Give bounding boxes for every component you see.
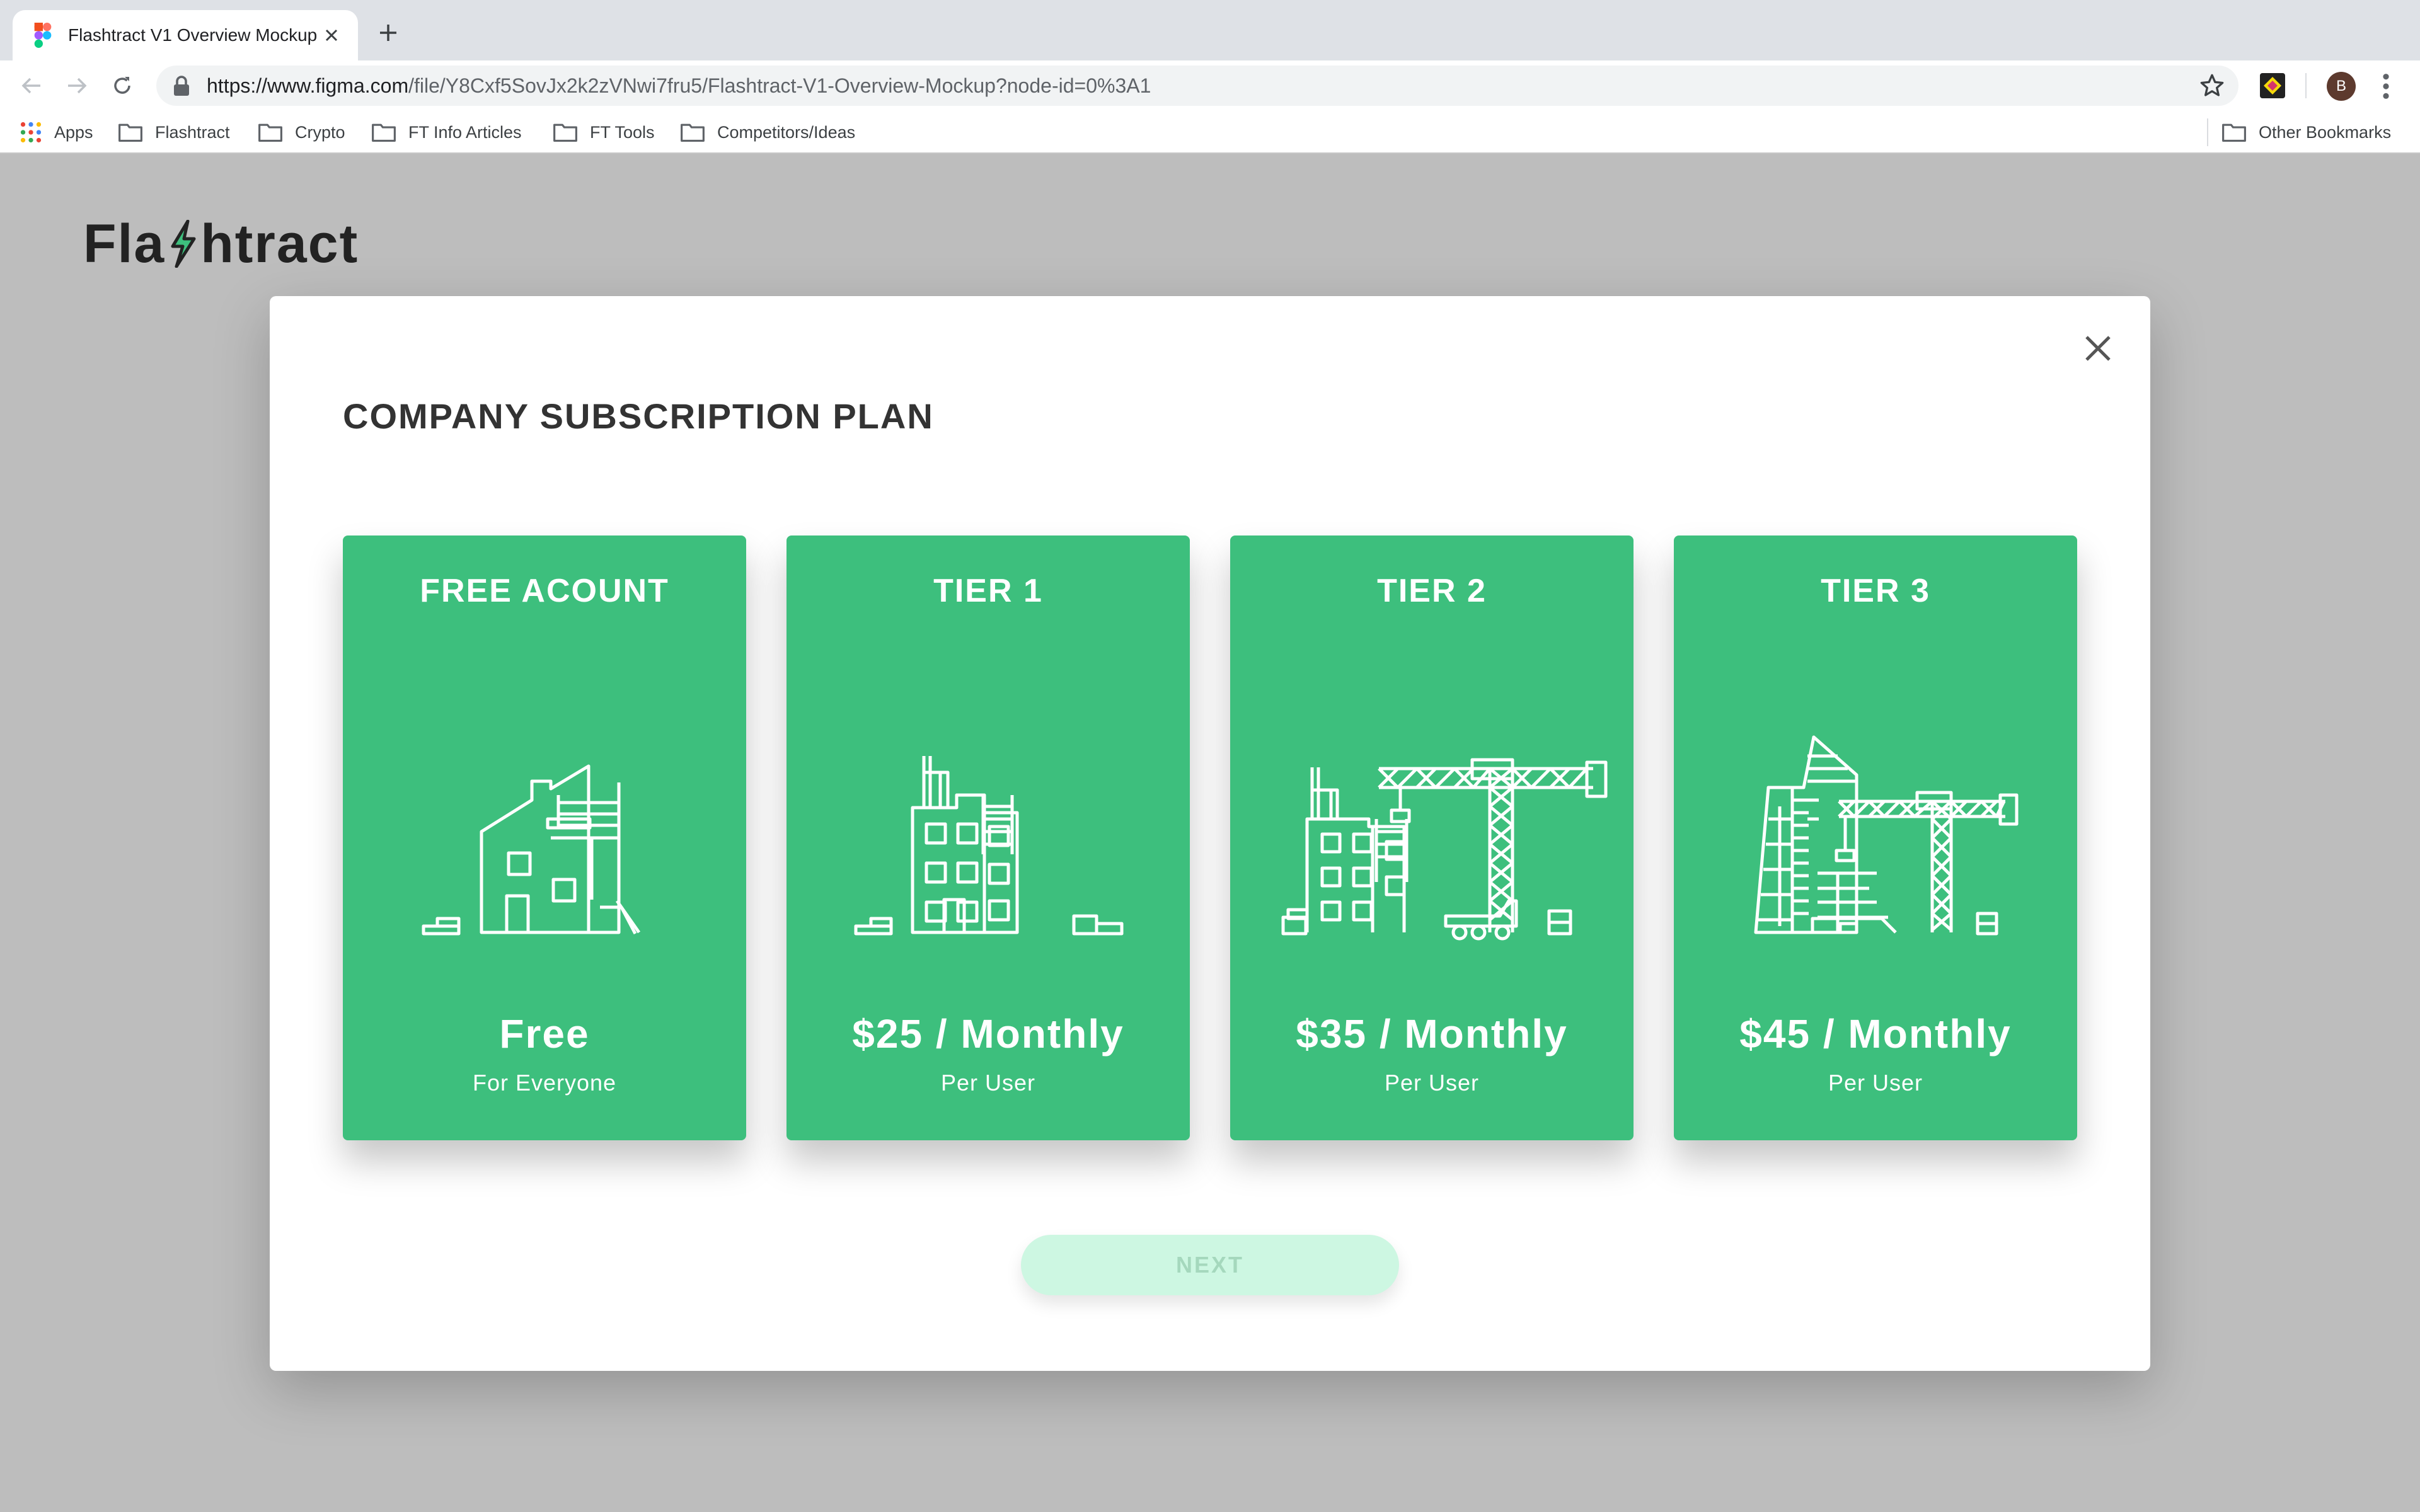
plan-name: FREE ACOUNT <box>420 573 669 609</box>
tab-close-icon[interactable] <box>319 23 344 48</box>
forward-arrow-icon[interactable] <box>62 71 92 101</box>
plan-subtitle: Per User <box>940 1070 1036 1096</box>
folder-icon <box>553 123 577 142</box>
house-under-construction-icon <box>422 764 641 936</box>
bookmark-ft-info-articles[interactable]: FT Info Articles <box>372 120 522 145</box>
tab-title: Flashtract V1 Overview Mockup <box>68 25 318 45</box>
plan-card-tier-1[interactable]: TIER 1 $25 / Monthly Per User <box>786 536 1190 1140</box>
bookmark-flashtract[interactable]: Flashtract <box>118 120 230 145</box>
folder-icon <box>258 123 282 142</box>
bookmark-ft-tools[interactable]: FT Tools <box>553 120 655 145</box>
new-tab-plus-icon[interactable] <box>374 19 402 47</box>
building-under-construction-icon <box>854 756 1124 936</box>
address-bar[interactable]: https://www.figma.com/file/Y8Cxf5SovJx2k… <box>156 66 2238 106</box>
extension-icon[interactable] <box>2260 73 2285 98</box>
bookmark-other-bookmarks[interactable]: Other Bookmarks <box>2222 120 2391 145</box>
folder-icon <box>2222 123 2246 142</box>
bookmarks-separator <box>2207 118 2208 146</box>
modal-close-icon[interactable] <box>2082 333 2114 364</box>
flashtract-logo: Fla htract <box>83 213 359 274</box>
bookmarks-bar: Apps Flashtract Crypto FT Info Articles … <box>0 111 2420 154</box>
plan-card-tier-3[interactable]: TIER 3 $45 / Monthly Per User <box>1674 536 2077 1140</box>
back-arrow-icon[interactable] <box>16 71 47 101</box>
next-button[interactable]: NEXT <box>1021 1235 1399 1295</box>
plan-name: TIER 1 <box>933 573 1043 609</box>
plan-price: $45 / Monthly <box>1739 1011 2012 1057</box>
skyscraper-with-crane-icon <box>1754 735 2019 936</box>
plan-subtitle: Per User <box>1384 1070 1480 1096</box>
profile-avatar[interactable]: B <box>2327 72 2356 101</box>
plan-name: TIER 2 <box>1377 573 1487 609</box>
subscription-modal: COMPANY SUBSCRIPTION PLAN FREE ACOUNT Fr… <box>270 296 2150 1371</box>
plan-price: $25 / Monthly <box>852 1011 1124 1057</box>
plan-price: Free <box>499 1011 590 1057</box>
browser-tab[interactable]: Flashtract V1 Overview Mockup <box>13 10 358 60</box>
plan-price: $35 / Monthly <box>1296 1011 1568 1057</box>
bookmark-star-icon[interactable] <box>2199 73 2225 98</box>
url-text: https://www.figma.com/file/Y8Cxf5SovJx2k… <box>207 74 1151 97</box>
bookmark-apps[interactable]: Apps <box>20 120 93 145</box>
reload-icon[interactable] <box>107 71 137 101</box>
bookmark-crypto[interactable]: Crypto <box>258 120 345 145</box>
building-with-crane-icon <box>1281 758 1608 941</box>
folder-icon <box>681 123 705 142</box>
apps-grid-icon <box>20 122 42 143</box>
plan-card-free[interactable]: FREE ACOUNT Free For Everyone <box>343 536 746 1140</box>
tab-strip: Flashtract V1 Overview Mockup <box>0 0 2420 60</box>
folder-icon <box>372 123 396 142</box>
plan-subtitle: Per User <box>1828 1070 1923 1096</box>
lightning-bolt-icon <box>171 220 196 268</box>
browser-toolbar: https://www.figma.com/file/Y8Cxf5SovJx2k… <box>0 60 2420 111</box>
modal-title: COMPANY SUBSCRIPTION PLAN <box>343 396 934 436</box>
folder-icon <box>118 123 142 142</box>
plan-subtitle: For Everyone <box>472 1070 617 1096</box>
plan-card-tier-2[interactable]: TIER 2 $35 / Monthly Per User <box>1230 536 1634 1140</box>
browser-menu-icon[interactable] <box>2376 72 2396 101</box>
figma-icon <box>34 23 52 48</box>
plan-name: TIER 3 <box>1821 573 1930 609</box>
lock-icon <box>174 76 189 96</box>
bookmark-competitors-ideas[interactable]: Competitors/Ideas <box>681 120 855 145</box>
toolbar-separator <box>2305 73 2307 98</box>
